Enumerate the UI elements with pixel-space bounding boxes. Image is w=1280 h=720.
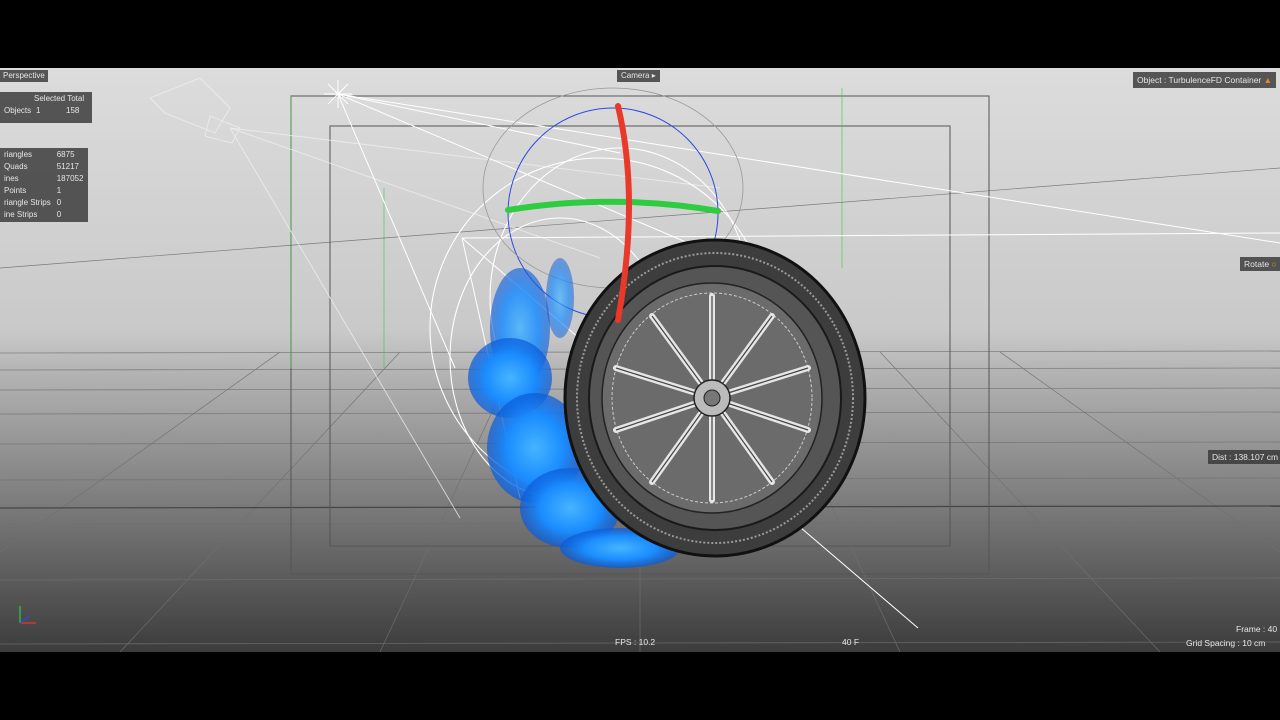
tool-label[interactable]: Rotate ○ (1240, 257, 1280, 271)
frame-readout: Frame : 40 (1236, 624, 1278, 634)
grid-spacing-readout: Grid Spacing : 10 cm (1186, 638, 1266, 648)
poly-stat-value: 0 (56, 198, 62, 207)
fps-readout: FPS : 10.2 (615, 637, 656, 647)
poly-stat-value: 187052 (56, 174, 84, 183)
view-name-label[interactable]: Perspective (0, 70, 48, 82)
poly-stat-label: riangle Strips (4, 198, 51, 207)
viewport[interactable]: Perspective Camera ▸ Object : Turbulence… (0, 68, 1280, 652)
poly-stat-label: riangles (4, 150, 33, 159)
poly-stat-label: Quads (4, 162, 28, 171)
stats-columns: Selected Total (34, 94, 85, 103)
stats-row-label: Objects (4, 106, 32, 115)
viewport-scene[interactable] (0, 68, 1280, 652)
poly-stat-label: ine Strips (4, 210, 38, 219)
object-stats-panel: Selected Total Objects 1 158 (0, 92, 92, 123)
poly-stat-label: ines (4, 174, 19, 183)
stats-selected: 1 (36, 106, 41, 115)
frame-counter: 40 F (842, 637, 860, 647)
distance-text: Dist : 138.107 cm (1212, 452, 1279, 462)
wheel-object[interactable] (563, 238, 867, 558)
distance-label: Dist : 138.107 cm (1208, 450, 1280, 464)
rotate-icon: ○ (1271, 259, 1277, 269)
camera-label-text: Camera (621, 71, 650, 80)
poly-stats-panel: riangles 6875 Quads 51217 ines 187052 Point… (0, 148, 88, 222)
poly-stat-value: 6875 (56, 150, 75, 159)
tool-label-text: Rotate (1244, 259, 1270, 269)
view-name-text: Perspective (3, 71, 45, 80)
poly-stat-value: 51217 (56, 162, 79, 171)
stats-total: 158 (66, 106, 80, 115)
camera-label[interactable]: Camera ▸ (617, 70, 660, 82)
object-label: Object : TurbulenceFD Container ▲ (1133, 72, 1277, 88)
poly-stat-value: 1 (56, 186, 62, 195)
poly-stat-label: Points (4, 186, 27, 195)
camera-icon: ▸ (651, 71, 656, 80)
object-label-text: Object : TurbulenceFD Container (1137, 75, 1262, 85)
flame-icon: ▲ (1263, 75, 1273, 85)
poly-stat-value: 0 (56, 210, 62, 219)
